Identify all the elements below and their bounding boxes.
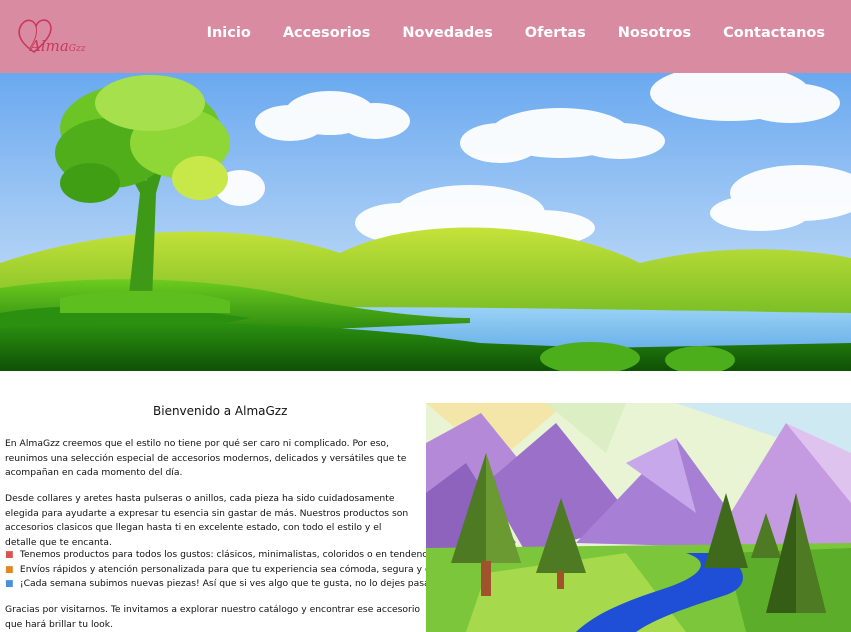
welcome-section: Bienvenido a AlmaGzz En AlmaGzz creemos … bbox=[0, 371, 851, 632]
nav-contactanos[interactable]: Contactanos bbox=[723, 25, 825, 41]
navbar: AlmaGzz Inicio Accesorios Novedades Ofer… bbox=[0, 0, 851, 73]
truck-icon: ■ bbox=[5, 564, 14, 575]
closing-paragraph: Gracias por visitarnos. Te invitamos a e… bbox=[5, 604, 421, 630]
nav-inicio[interactable]: Inicio bbox=[207, 25, 251, 41]
nav-nosotros[interactable]: Nosotros bbox=[618, 25, 691, 41]
intro-paragraph: En AlmaGzz creemos que el estilo no tien… bbox=[5, 438, 407, 478]
products-paragraph: Desde collares y aretes hasta pulseras o… bbox=[5, 493, 409, 548]
welcome-title: Bienvenido a AlmaGzz bbox=[153, 404, 288, 418]
hero-banner bbox=[0, 73, 851, 371]
brand-logo[interactable]: AlmaGzz bbox=[14, 12, 86, 62]
list-item: ■ Tenemos productos para todos los gusto… bbox=[5, 548, 435, 563]
landscape-illustration bbox=[0, 73, 851, 371]
gift-icon: ■ bbox=[5, 550, 14, 560]
nav-ofertas[interactable]: Ofertas bbox=[525, 25, 586, 41]
list-item: ■ Envíos rápidos y atención personalizad… bbox=[5, 563, 435, 578]
features-list: ■ Tenemos productos para todos los gusto… bbox=[5, 548, 435, 592]
logo-text: AlmaGzz bbox=[30, 37, 86, 55]
mountain-illustration bbox=[426, 403, 851, 632]
nav-accesorios[interactable]: Accesorios bbox=[283, 25, 371, 41]
shopping-bag-icon: ■ bbox=[5, 579, 14, 589]
mountain-landscape-image bbox=[426, 403, 851, 632]
main-nav: Inicio Accesorios Novedades Ofertas Noso… bbox=[207, 25, 825, 41]
nav-novedades[interactable]: Novedades bbox=[402, 25, 492, 41]
list-item: ■ ¡Cada semana subimos nuevas piezas! As… bbox=[5, 577, 435, 592]
